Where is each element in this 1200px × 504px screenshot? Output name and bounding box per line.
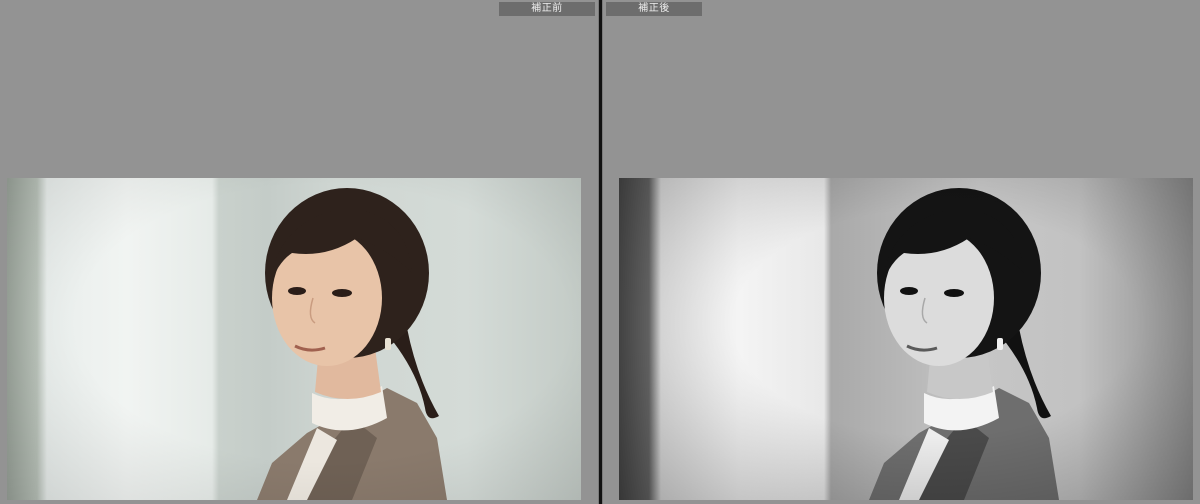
before-after-compare-view: 補正前 補正後	[0, 0, 1200, 504]
after-label: 補正後	[606, 2, 702, 16]
after-photo[interactable]	[619, 178, 1193, 500]
before-pane[interactable]: 補正前	[0, 0, 598, 504]
before-vignette	[7, 178, 581, 500]
after-pane[interactable]: 補正後	[603, 0, 1200, 504]
before-photo[interactable]	[7, 178, 581, 500]
after-vignette	[619, 178, 1193, 500]
before-label: 補正前	[499, 2, 595, 16]
